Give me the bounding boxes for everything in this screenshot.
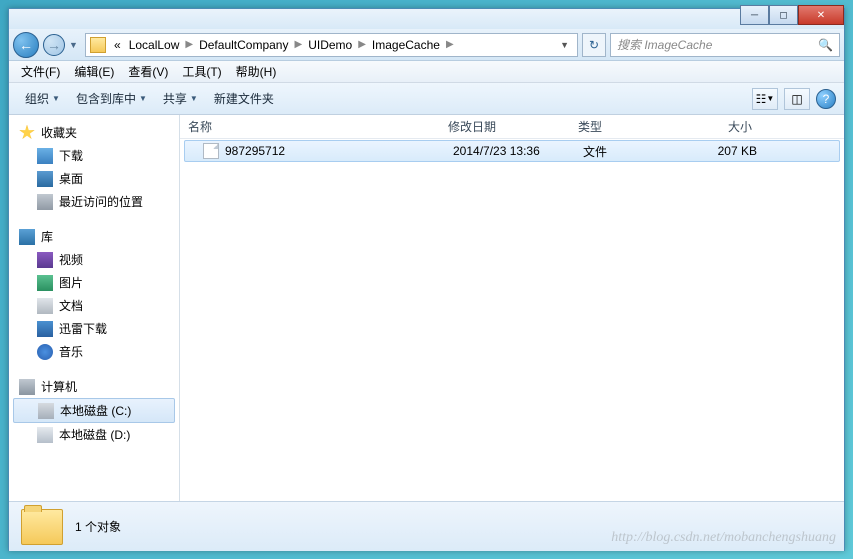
history-dropdown[interactable]: ▼: [69, 40, 81, 50]
help-button[interactable]: ?: [816, 89, 836, 109]
file-size: 207 KB: [685, 144, 765, 158]
minimize-button[interactable]: ─: [740, 5, 769, 25]
sidebar-desktop[interactable]: 桌面: [9, 167, 179, 190]
col-date[interactable]: 修改日期: [440, 118, 570, 135]
view-mode-button[interactable]: ☷ ▼: [752, 88, 778, 110]
document-icon: [37, 298, 53, 314]
crumb-uidemo[interactable]: UIDemo: [304, 38, 356, 52]
video-icon: [37, 252, 53, 268]
back-button[interactable]: ←: [13, 32, 39, 58]
chevron-right-icon[interactable]: ▶: [292, 39, 304, 50]
search-icon[interactable]: 🔍: [818, 38, 833, 52]
address-dropdown[interactable]: ▼: [556, 40, 573, 50]
sidebar-videos[interactable]: 视频: [9, 248, 179, 271]
desktop-icon: [37, 171, 53, 187]
explorer-window: ─ ◻ ✕ ← → ▼ « LocalLow ▶ DefaultCompany …: [8, 8, 845, 551]
menu-view[interactable]: 查看(V): [122, 61, 174, 82]
star-icon: [19, 125, 35, 141]
search-placeholder: 搜索 ImageCache: [617, 36, 712, 53]
file-row[interactable]: 987295712 2014/7/23 13:36 文件 207 KB: [184, 140, 840, 162]
file-name: 987295712: [225, 144, 285, 158]
column-headers: 名称 修改日期 类型 大小: [180, 115, 844, 139]
file-type: 文件: [575, 143, 685, 160]
file-date: 2014/7/23 13:36: [445, 144, 575, 158]
folder-icon: [90, 37, 106, 53]
sidebar-documents[interactable]: 文档: [9, 294, 179, 317]
xunlei-icon: [37, 321, 53, 337]
sidebar-downloads[interactable]: 下载: [9, 144, 179, 167]
window-controls: ─ ◻ ✕: [740, 5, 844, 25]
crumb-imagecache[interactable]: ImageCache: [368, 38, 444, 52]
sidebar-drive-c[interactable]: 本地磁盘 (C:): [13, 398, 175, 423]
download-icon: [37, 148, 53, 164]
file-area[interactable]: 名称 修改日期 类型 大小 987295712 2014/7/23 13:36 …: [180, 115, 844, 501]
sidebar-computer[interactable]: 计算机: [9, 375, 179, 398]
recent-icon: [37, 194, 53, 210]
menu-file[interactable]: 文件(F): [15, 61, 66, 82]
menu-bar: 文件(F) 编辑(E) 查看(V) 工具(T) 帮助(H): [9, 61, 844, 83]
crumb-defaultcompany[interactable]: DefaultCompany: [195, 38, 292, 52]
crumb-locallow[interactable]: LocalLow: [125, 38, 184, 52]
toolbar-right: ☷ ▼ ◫ ?: [752, 88, 836, 110]
file-icon: [203, 143, 219, 159]
status-bar: 1 个对象: [9, 501, 844, 551]
crumb-prefix: «: [110, 38, 125, 52]
chevron-right-icon[interactable]: ▶: [356, 39, 368, 50]
drive-icon: [37, 427, 53, 443]
sidebar-xunlei[interactable]: 迅雷下载: [9, 317, 179, 340]
library-icon: [19, 229, 35, 245]
address-row: ← → ▼ « LocalLow ▶ DefaultCompany ▶ UIDe…: [9, 29, 844, 61]
chevron-right-icon[interactable]: ▶: [183, 39, 195, 50]
menu-help[interactable]: 帮助(H): [230, 61, 283, 82]
menu-edit[interactable]: 编辑(E): [68, 61, 120, 82]
sidebar-music[interactable]: 音乐: [9, 340, 179, 363]
sidebar-recent[interactable]: 最近访问的位置: [9, 190, 179, 213]
col-type[interactable]: 类型: [570, 118, 680, 135]
include-library-button[interactable]: 包含到库中▼: [68, 86, 155, 111]
picture-icon: [37, 275, 53, 291]
maximize-button[interactable]: ◻: [769, 5, 798, 25]
col-size[interactable]: 大小: [680, 118, 760, 135]
preview-pane-button[interactable]: ◫: [784, 88, 810, 110]
sidebar-libraries[interactable]: 库: [9, 225, 179, 248]
organize-button[interactable]: 组织▼: [17, 86, 68, 111]
music-icon: [37, 344, 53, 360]
close-button[interactable]: ✕: [798, 5, 844, 25]
share-button[interactable]: 共享▼: [155, 86, 206, 111]
refresh-button[interactable]: ↻: [582, 33, 606, 57]
search-input[interactable]: 搜索 ImageCache 🔍: [610, 33, 840, 57]
sidebar-pictures[interactable]: 图片: [9, 271, 179, 294]
status-text: 1 个对象: [75, 518, 121, 535]
new-folder-button[interactable]: 新建文件夹: [206, 86, 282, 111]
menu-tools[interactable]: 工具(T): [176, 61, 227, 82]
sidebar[interactable]: 收藏夹 下载 桌面 最近访问的位置 库 视频 图片 文档 迅雷下载 音乐 计算机…: [9, 115, 179, 501]
col-name[interactable]: 名称: [180, 118, 440, 135]
drive-icon: [38, 403, 54, 419]
titlebar: ─ ◻ ✕: [9, 9, 844, 29]
chevron-right-icon[interactable]: ▶: [444, 39, 456, 50]
forward-button[interactable]: →: [43, 34, 65, 56]
sidebar-drive-d[interactable]: 本地磁盘 (D:): [9, 423, 179, 446]
folder-icon: [21, 509, 63, 545]
computer-icon: [19, 379, 35, 395]
toolbar: 组织▼ 包含到库中▼ 共享▼ 新建文件夹 ☷ ▼ ◫ ?: [9, 83, 844, 115]
body: 收藏夹 下载 桌面 最近访问的位置 库 视频 图片 文档 迅雷下载 音乐 计算机…: [9, 115, 844, 501]
sidebar-favorites[interactable]: 收藏夹: [9, 121, 179, 144]
address-bar[interactable]: « LocalLow ▶ DefaultCompany ▶ UIDemo ▶ I…: [85, 33, 578, 57]
